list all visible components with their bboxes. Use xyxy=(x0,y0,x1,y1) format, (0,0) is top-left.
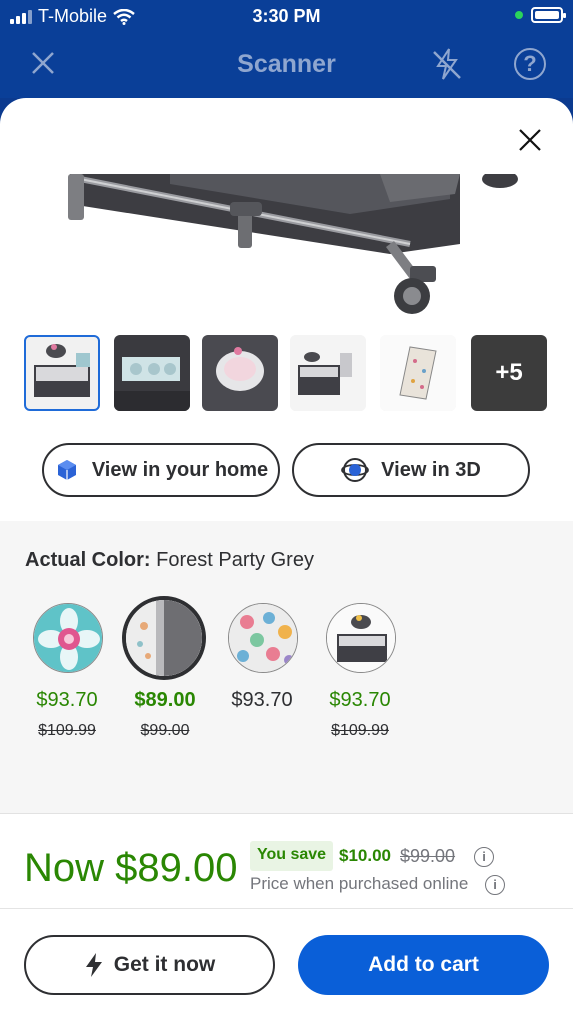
swatch-2-price: $89.00 xyxy=(134,689,196,711)
swatch-4-price: $93.70 xyxy=(329,689,391,711)
battery-icon xyxy=(531,7,566,23)
view-in-home-label: View in your home xyxy=(91,458,269,481)
color-label-value: Forest Party Grey xyxy=(156,549,314,571)
page-title: Scanner xyxy=(237,50,336,78)
swatch-1-price: $93.70 xyxy=(36,689,98,711)
status-time: 3:30 PM xyxy=(252,6,321,26)
thumbnail[interactable] xyxy=(380,335,456,411)
add-to-cart-label: Add to cart xyxy=(368,953,479,976)
thumbnail-image xyxy=(34,344,90,397)
online-price-note: Price when purchased online xyxy=(250,874,469,893)
color-label: Actual Color: Forest Party Grey xyxy=(25,549,314,572)
flash-off-icon[interactable] xyxy=(430,46,464,82)
app-header: T-Mobile 3:30 PM Scanner ? xyxy=(0,0,573,98)
view-in-home-button[interactable]: View in your home xyxy=(42,443,280,497)
ar-cube-icon xyxy=(57,460,76,480)
you-save-badge: You save xyxy=(250,841,334,871)
save-amount: $10.00 xyxy=(339,846,391,865)
color-swatch-1[interactable] xyxy=(33,603,103,673)
thumbnail[interactable] xyxy=(290,335,366,411)
status-right xyxy=(515,7,566,23)
thumbnail-image xyxy=(114,335,190,411)
swatch-3-price: $93.70 xyxy=(231,689,293,711)
swatch-4-was-price: $109.99 xyxy=(331,722,389,739)
original-price: $99.00 xyxy=(400,846,456,866)
info-icon[interactable]: i xyxy=(474,847,494,867)
privacy-indicator-icon xyxy=(515,11,523,19)
color-swatch-2[interactable] xyxy=(122,596,206,680)
close-sheet-icon[interactable] xyxy=(516,126,544,154)
more-images-count: +5 xyxy=(495,359,523,386)
more-images-button[interactable]: +5 xyxy=(471,335,547,411)
get-it-now-label: Get it now xyxy=(113,953,216,976)
color-selector: Actual Color: Forest Party Grey $93.70 $… xyxy=(0,521,573,814)
swatch-2-was-price: $99.00 xyxy=(140,722,190,739)
3d-icon xyxy=(341,458,370,482)
swatch-1-was-price: $109.99 xyxy=(38,722,96,739)
current-price: Now $89.00 xyxy=(24,846,238,890)
dots-pattern-swatch xyxy=(229,604,297,672)
view-in-3d-button[interactable]: View in 3D xyxy=(292,443,530,497)
thumbnail[interactable] xyxy=(114,335,190,411)
thumbnail-image xyxy=(202,335,278,411)
product-image xyxy=(68,174,518,314)
get-it-now-button[interactable]: Get it now xyxy=(24,935,275,995)
product-sheet: +5 View in your home View in 3D Actual C… xyxy=(0,98,573,1020)
thumbnail-image xyxy=(290,335,366,411)
thumbnail-image xyxy=(380,335,456,411)
color-label-key: Actual Color: xyxy=(25,549,151,571)
color-swatch-4[interactable] xyxy=(326,603,396,673)
image-thumbnails: +5 xyxy=(24,335,554,413)
info-icon[interactable]: i xyxy=(485,875,505,895)
status-bar: T-Mobile 3:30 PM xyxy=(0,0,573,34)
grey-pattern-swatch xyxy=(126,600,202,676)
price-summary: Now $89.00 You save $10.00 $99.00 i Pric… xyxy=(0,814,573,909)
view-in-3d-label: View in 3D xyxy=(381,458,481,481)
flower-pattern-swatch xyxy=(34,604,102,672)
thumbnail[interactable] xyxy=(202,335,278,411)
playard-swatch xyxy=(327,604,395,672)
color-swatch-3[interactable] xyxy=(228,603,298,673)
navbar: Scanner ? xyxy=(0,38,573,92)
add-to-cart-button[interactable]: Add to cart xyxy=(298,935,549,995)
help-icon[interactable]: ? xyxy=(514,48,546,80)
lightning-icon xyxy=(85,953,102,977)
thumbnail[interactable] xyxy=(24,335,100,411)
